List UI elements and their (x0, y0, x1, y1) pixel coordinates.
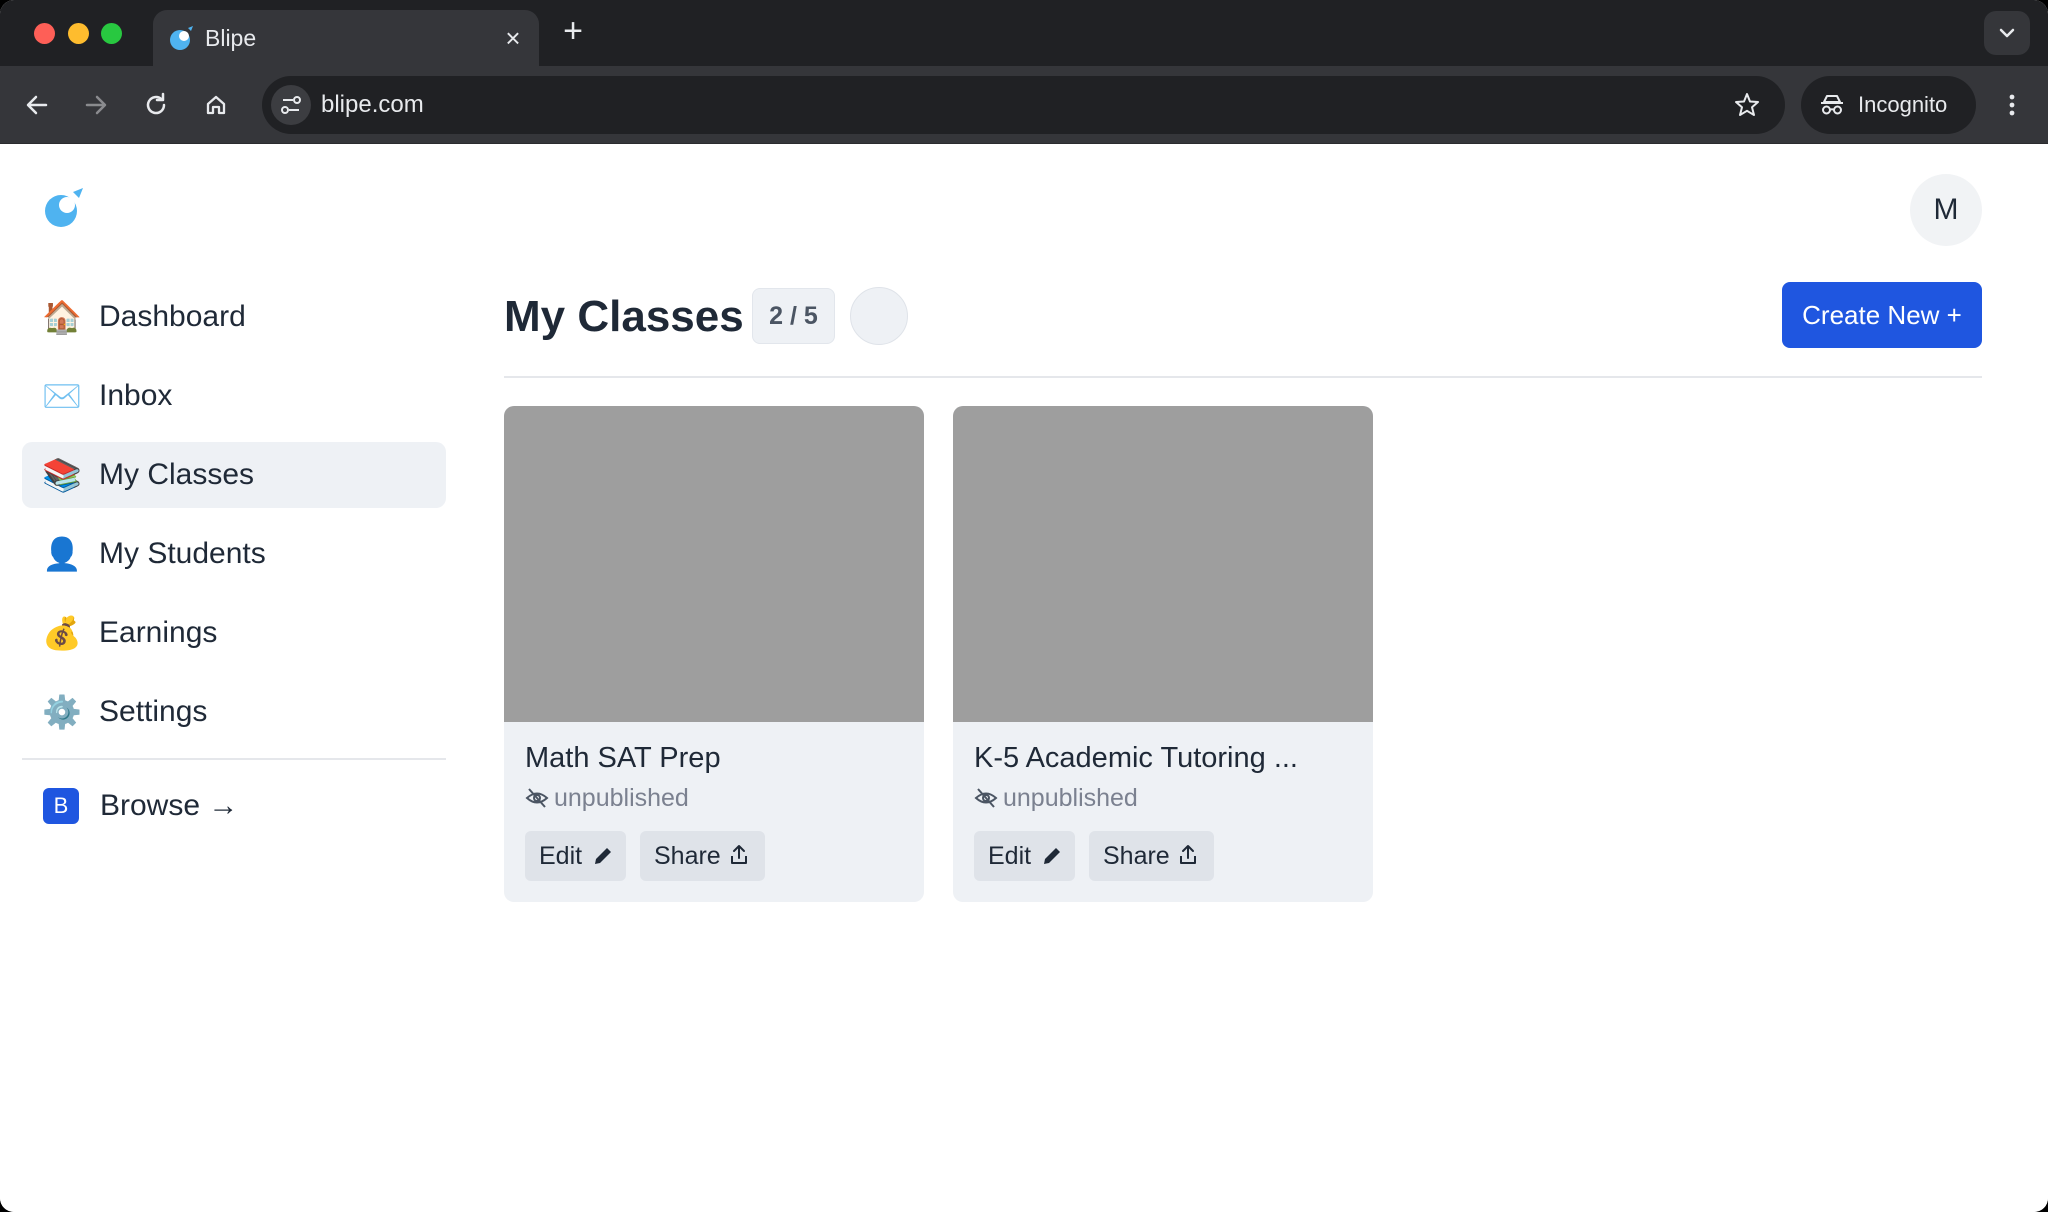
incognito-icon (1821, 95, 1843, 115)
share-upload-icon (1180, 845, 1196, 864)
sidebar-item-label: Inbox (99, 379, 173, 412)
class-title[interactable]: K-5 Academic Tutoring ... (974, 738, 1354, 778)
edit-label: Edit (539, 842, 583, 870)
forward-arrow-icon[interactable] (76, 85, 116, 125)
bookmark-star-icon[interactable] (1733, 91, 1761, 119)
eye-off-icon (525, 788, 549, 808)
loading-indicator (850, 287, 908, 345)
books-icon: 📚 (42, 456, 82, 494)
edit-button[interactable]: Edit (525, 831, 626, 881)
minimize-window-button[interactable] (68, 23, 89, 44)
chevron-down-icon (1999, 28, 2015, 38)
blipe-favicon-icon (170, 26, 193, 50)
envelope-icon: ✉️ (42, 377, 82, 415)
page-content: M 🏠 Dashboard ✉️ Inbox 📚 My Classes 👤 My… (0, 144, 2048, 1212)
browser-window: Blipe × + blipe.com Incognito M 🏠 Dashbo… (0, 0, 2048, 1212)
incognito-indicator[interactable]: Incognito (1801, 76, 1976, 134)
reload-icon[interactable] (136, 85, 176, 125)
close-window-button[interactable] (34, 23, 55, 44)
sidebar-item-label: Earnings (99, 616, 218, 649)
sidebar-item-settings[interactable]: ⚙️ Settings (22, 679, 446, 745)
share-button[interactable]: Share (640, 831, 765, 881)
sidebar-item-inbox[interactable]: ✉️ Inbox (22, 363, 446, 429)
site-info-button[interactable] (271, 85, 311, 125)
sidebar-divider (22, 758, 446, 760)
eye-off-icon (974, 788, 998, 808)
class-card[interactable]: Math SAT Prep unpublished Edit Share (504, 406, 924, 902)
class-count-badge: 2 / 5 (752, 288, 835, 344)
class-thumbnail[interactable] (504, 406, 924, 722)
address-bar[interactable]: blipe.com (262, 76, 1785, 134)
create-new-button[interactable]: Create New + (1782, 282, 1982, 348)
sidebar-item-label: My Students (99, 537, 266, 570)
browse-label: Browse → (100, 789, 239, 822)
edit-label: Edit (988, 842, 1032, 870)
class-title[interactable]: Math SAT Prep (525, 738, 905, 778)
new-tab-button[interactable]: + (556, 14, 590, 49)
sidebar-item-dashboard[interactable]: 🏠 Dashboard (22, 284, 446, 350)
share-button[interactable]: Share (1089, 831, 1214, 881)
publish-status: unpublished (1003, 784, 1138, 812)
blipe-logo-icon[interactable] (42, 186, 86, 230)
browser-menu-icon[interactable] (2000, 85, 2024, 125)
gear-icon: ⚙️ (42, 693, 82, 731)
money-bag-icon: 💰 (42, 614, 82, 652)
back-arrow-icon[interactable] (17, 85, 57, 125)
incognito-label: Incognito (1858, 92, 1948, 117)
home-icon[interactable] (196, 85, 236, 125)
browser-tab-active[interactable]: Blipe × (153, 10, 539, 66)
user-avatar[interactable]: M (1910, 174, 1982, 246)
sidebar-item-earnings[interactable]: 💰 Earnings (22, 600, 446, 666)
pencil-icon (595, 848, 611, 864)
title-divider (504, 376, 1982, 378)
tune-icon (281, 96, 301, 114)
sidebar-item-label: Settings (99, 695, 208, 728)
browse-link[interactable]: B Browse → (22, 773, 446, 839)
browser-toolbar: blipe.com Incognito (0, 66, 2048, 144)
share-label: Share (1103, 842, 1170, 870)
share-upload-icon (731, 845, 747, 864)
sidebar-nav: 🏠 Dashboard ✉️ Inbox 📚 My Classes 👤 My S… (22, 284, 446, 758)
tab-search-button[interactable] (1984, 11, 2030, 55)
house-icon: 🏠 (42, 298, 82, 336)
page-title: My Classes (504, 292, 744, 341)
sidebar-item-my-students[interactable]: 👤 My Students (22, 521, 446, 587)
publish-status: unpublished (554, 784, 689, 812)
edit-button[interactable]: Edit (974, 831, 1075, 881)
browse-badge-icon: B (43, 788, 79, 824)
class-card[interactable]: K-5 Academic Tutoring ... unpublished Ed… (953, 406, 1373, 902)
class-thumbnail[interactable] (953, 406, 1373, 722)
tab-strip: Blipe × + (0, 0, 2048, 66)
share-label: Share (654, 842, 721, 870)
sidebar-item-label: My Classes (99, 458, 255, 491)
maximize-window-button[interactable] (101, 23, 122, 44)
pencil-icon (1044, 848, 1060, 864)
url-text: blipe.com (321, 91, 424, 118)
sidebar-item-label: Dashboard (99, 300, 246, 333)
close-tab-icon[interactable]: × (499, 24, 527, 52)
sidebar-item-my-classes[interactable]: 📚 My Classes (22, 442, 446, 508)
tab-title: Blipe (205, 25, 257, 51)
person-icon: 👤 (42, 535, 82, 573)
